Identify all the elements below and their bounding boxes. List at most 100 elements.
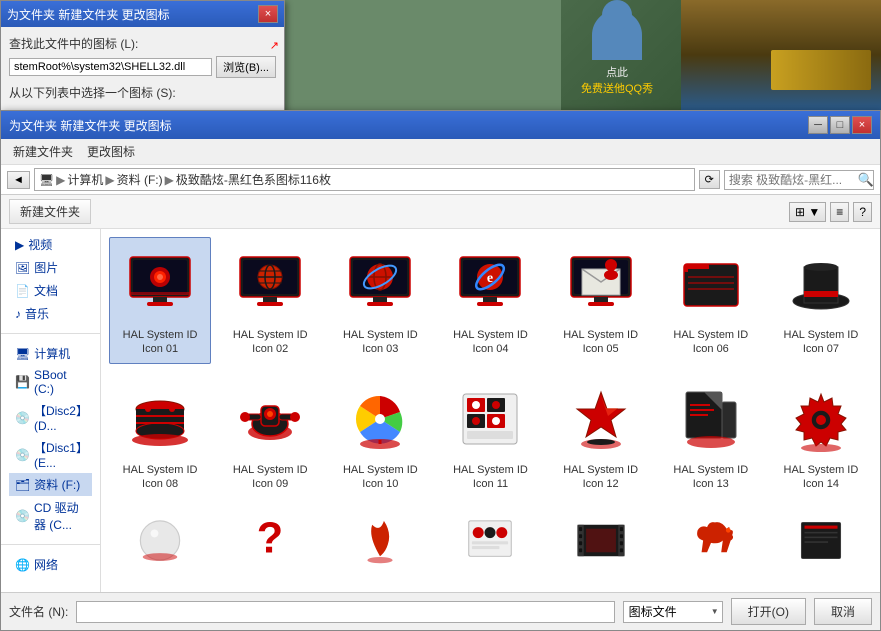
sidebar: ▶ 视频 🖼 图片 📄 文档 ♪ 音乐 🖥 [1,229,101,592]
bg-dialog-input-row: 浏览(B)... ↗ [9,56,276,78]
svg-text:?: ? [257,514,283,562]
file-label-04: HAL System ID Icon 04 [445,328,535,357]
content-area: ▶ 视频 🖼 图片 📄 文档 ♪ 音乐 🖥 [1,229,880,592]
file-item-01[interactable]: HAL System ID Icon 01 [109,237,211,364]
icon-grid-row2: HAL System ID Icon 08 [109,372,872,499]
file-item-17[interactable] [329,506,431,566]
file-item-05[interactable]: HAL System ID Icon 05 [550,237,652,364]
sidebar-item-computer[interactable]: 🖥 计算机 [9,342,92,365]
file-item-13[interactable]: HAL System ID Icon 13 [660,372,762,499]
file-item-03[interactable]: HAL System ID Icon 03 [329,237,431,364]
sidebar-item-cd[interactable]: 💿 CD 驱动器 (C... [9,496,92,536]
bg-decoration: 点此 免费送他QQ秀 [561,0,881,110]
avatar-head [592,10,642,60]
main-window: 为文件夹 新建文件夹 更改图标 ─ □ × 新建文件夹 更改图标 ◄ 🖥 ▶ 计… [0,110,881,631]
file-item-14[interactable]: HAL System ID Icon 14 [770,372,872,499]
sidebar-label-computer: 计算机 [34,345,70,362]
file-item-12[interactable]: HAL System ID Icon 12 [550,372,652,499]
bg-dialog-label1: 查找此文件中的图标 (L): [9,35,276,52]
file-item-21[interactable] [770,506,872,566]
sidebar-item-c[interactable]: 💾 SBoot (C:) [9,365,92,399]
file-item-18[interactable] [439,506,541,566]
browse-btn-label: 浏览(B)... [223,62,269,74]
sidebar-section-computer: 🖥 计算机 💾 SBoot (C:) 💿 【Disc2】(D... 💿 【Dis… [1,338,100,540]
sidebar-item-network[interactable]: 🌐 网络 [9,553,92,576]
address-search-area: 🔍 [724,170,874,190]
bg-dialog-titlebar: 为文件夹 新建文件夹 更改图标 × [1,1,284,27]
sidebar-section-network: 🌐 网络 [1,549,100,580]
minimize-btn[interactable]: ─ [808,116,828,134]
search-input[interactable] [724,170,874,190]
bg-dialog-path-input[interactable] [9,58,212,76]
icon-08 [120,379,200,459]
file-item-08[interactable]: HAL System ID Icon 08 [109,372,211,499]
open-btn[interactable]: 打开(O) [731,598,806,625]
file-item-20[interactable] [660,506,762,566]
filename-input[interactable] [76,601,614,623]
bg-dialog-body: 查找此文件中的图标 (L): 浏览(B)... ↗ 从以下列表中选择一个图标 (… [1,27,284,113]
refresh-btn[interactable]: ⟳ [699,170,720,189]
icon-04: e [450,244,530,324]
sidebar-item-docs[interactable]: 📄 文档 [9,279,92,302]
file-label-05: HAL System ID Icon 05 [556,328,646,357]
file-grid: HAL System ID Icon 01 [101,229,880,592]
icon-15 [120,513,200,566]
file-item-16[interactable]: ? [219,506,321,566]
cd-icon: 💿 [15,509,30,523]
pictures-icon: 🖼 [15,261,30,275]
details-toggle-btn[interactable]: ≡ [830,202,849,222]
menu-change-icon[interactable]: 更改图标 [81,141,141,162]
sidebar-label-network: 网络 [34,556,58,573]
maximize-btn[interactable]: □ [830,116,850,134]
bg-dialog: 为文件夹 新建文件夹 更改图标 × 查找此文件中的图标 (L): 浏览(B)..… [0,0,285,114]
sidebar-label-docs: 文档 [34,282,58,299]
file-item-02[interactable]: HAL System ID Icon 02 [219,237,321,364]
toolbar: 新建文件夹 ⊞ ▼ ≡ ? [1,195,880,229]
title-bar-controls: ─ □ × [808,116,872,134]
sidebar-item-d[interactable]: 💿 【Disc2】(D... [9,399,92,436]
view-toggle-btn[interactable]: ⊞ ▼ [789,202,826,222]
sidebar-item-f[interactable]: 🗂 资料 (F:) [9,473,92,496]
file-item-04[interactable]: e HAL System ID Icon 04 [439,237,541,364]
filetype-select[interactable]: 图标文件 [623,601,723,623]
bg-dialog-browse-btn[interactable]: 浏览(B)... ↗ [216,56,276,78]
sidebar-item-e[interactable]: 💿 【Disc1】(E... [9,436,92,473]
menu-new-folder[interactable]: 新建文件夹 [7,141,79,162]
landscape-bg [681,0,881,110]
file-item-07[interactable]: HAL System ID Icon 07 [770,237,872,364]
sidebar-item-pictures[interactable]: 🖼 图片 [9,256,92,279]
file-item-15[interactable] [109,506,211,566]
icon-09 [230,379,310,459]
sidebar-item-music[interactable]: ♪ 音乐 [9,302,92,325]
crumb-folder[interactable]: 极致酷炫-黑红色系图标116枚 [176,171,331,188]
icon-02 [230,244,310,324]
file-label-11: HAL System ID Icon 11 [445,463,535,492]
network-icon: 🌐 [15,558,30,572]
new-folder-btn[interactable]: 新建文件夹 [9,199,91,224]
bottom-bar: 文件名 (N): 图标文件 打开(O) 取消 [1,592,880,630]
sidebar-div2 [1,544,100,545]
file-item-10[interactable]: HAL System ID Icon 10 [329,372,431,499]
sidebar-label-music: 音乐 [25,305,49,322]
file-item-11[interactable]: HAL System ID Icon 11 [439,372,541,499]
close-btn[interactable]: × [852,116,872,134]
sidebar-item-video[interactable]: ▶ 视频 [9,233,92,256]
crumb-sep3: ▶ [165,173,174,187]
back-btn[interactable]: ◄ [7,171,30,189]
bg-dialog-close-btn[interactable]: × [258,5,278,23]
file-item-19[interactable] [550,506,652,566]
address-crumb: 🖥 ▶ 计算机 ▶ 资料 (F:) ▶ 极致酷炫-黑红色系图标116枚 [34,168,695,191]
file-label-09: HAL System ID Icon 09 [225,463,315,492]
crumb-computer[interactable]: 计算机 [67,171,103,188]
file-item-06[interactable]: HAL System ID Icon 06 [660,237,762,364]
crumb-sep2: ▶ [105,173,114,187]
icon-03 [340,244,420,324]
file-item-09[interactable]: HAL System ID Icon 09 [219,372,321,499]
search-icon[interactable]: 🔍 [858,172,874,188]
icon-18 [450,513,530,566]
file-label-01: HAL System ID Icon 01 [115,328,205,357]
computer-icon: 🖥 [15,347,30,361]
crumb-drive[interactable]: 资料 (F:) [117,171,163,188]
cancel-btn[interactable]: 取消 [814,598,872,625]
help-btn[interactable]: ? [853,202,872,222]
